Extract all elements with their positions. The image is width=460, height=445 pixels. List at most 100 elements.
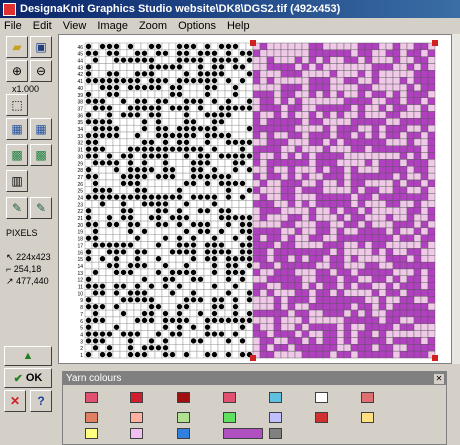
grid-cell[interactable] [98,309,107,318]
grid-cell[interactable] [245,179,254,188]
grid-cell[interactable] [154,275,163,283]
colour-cell[interactable] [357,63,366,71]
grid-cell[interactable] [175,111,184,119]
colour-cell[interactable] [322,261,331,270]
colour-cell[interactable] [336,70,345,78]
colour-cell[interactable] [287,316,296,324]
colour-cell[interactable] [364,337,373,345]
colour-cell[interactable] [336,303,345,311]
grid-cell[interactable] [154,309,163,318]
colour-cell[interactable] [287,56,296,64]
colour-cell[interactable] [420,323,429,331]
colour-cell[interactable] [406,303,415,311]
colour-cell[interactable] [259,350,268,359]
menu-file[interactable]: File [4,20,22,32]
grid-cell[interactable] [154,166,163,174]
colour-cell[interactable] [371,241,380,249]
grid-cell[interactable] [196,90,205,98]
colour-cell[interactable] [392,131,401,140]
grid-cell[interactable] [203,97,212,105]
grid-cell[interactable] [175,350,184,359]
colour-cell[interactable] [259,207,268,215]
grid-cell[interactable] [133,207,142,215]
yarn-swatch[interactable] [269,392,282,403]
colour-cell[interactable] [259,248,268,256]
colour-cell[interactable] [287,207,296,215]
colour-cell[interactable] [378,316,387,324]
colour-cell[interactable] [287,220,296,229]
grid-cell[interactable] [161,111,170,119]
colour-cell[interactable] [287,124,296,133]
yarn-swatch[interactable] [177,428,190,439]
grid-cell[interactable] [196,255,205,263]
grid-cell[interactable] [168,97,177,105]
colour-cell[interactable] [350,220,359,229]
grid-cell[interactable] [91,42,100,51]
colour-cell[interactable] [280,56,289,64]
colour-cell[interactable] [385,261,394,270]
colour-cell[interactable] [287,350,296,359]
colour-cell[interactable] [308,193,317,201]
colour-cell[interactable] [294,152,303,160]
colour-cell[interactable] [287,90,296,98]
colour-cell[interactable] [378,63,387,71]
colour-cell[interactable] [385,145,394,153]
grid-cell[interactable] [98,213,107,222]
colour-cell[interactable] [420,124,429,133]
grid-cell[interactable] [196,323,205,331]
colour-cell[interactable] [322,83,331,92]
colour-cell[interactable] [413,111,422,119]
grid-cell[interactable] [238,261,247,270]
colour-cell[interactable] [420,63,429,71]
grid-cell[interactable] [238,42,247,51]
grid-cell[interactable] [112,111,121,119]
colour-cell[interactable] [364,200,373,208]
colour-cell[interactable] [392,138,401,146]
colour-cell[interactable] [371,207,380,215]
colour-cell[interactable] [287,275,296,283]
colour-cell[interactable] [406,131,415,140]
colour-cell[interactable] [329,227,338,235]
colour-cell[interactable] [385,63,394,71]
colour-cell[interactable] [287,337,296,345]
grid-cell[interactable] [203,145,212,153]
grid-cell[interactable] [238,131,247,140]
colour-cell[interactable] [287,70,296,78]
grid-cell[interactable] [175,344,184,352]
colour-cell[interactable] [420,248,429,256]
colour-cell[interactable] [364,309,373,318]
grid-cell[interactable] [245,282,254,290]
colour-cell[interactable] [406,268,415,277]
colour-cell[interactable] [252,282,261,290]
grid-cell[interactable] [196,289,205,297]
colour-cell[interactable] [336,49,345,57]
colour-cell[interactable] [336,63,345,71]
grid-cell[interactable] [168,344,177,352]
colour-cell[interactable] [266,323,275,331]
grid-cell[interactable] [133,323,142,331]
colour-cell[interactable] [280,268,289,277]
colour-cell[interactable] [413,42,422,51]
grid-cell[interactable] [210,186,219,194]
colour-cell[interactable] [280,350,289,359]
colour-cell[interactable] [273,145,282,153]
colour-cell[interactable] [357,261,366,270]
colour-cell[interactable] [406,124,415,133]
grid-cell[interactable] [84,241,93,249]
colour-cell[interactable] [385,350,394,359]
colour-cell[interactable] [357,227,366,235]
colour-cell[interactable] [266,172,275,181]
colour-cell[interactable] [259,323,268,331]
colour-cell[interactable] [266,70,275,78]
colour-cell[interactable] [413,145,422,153]
grid-cell[interactable] [168,309,177,318]
colour-cell[interactable] [280,159,289,167]
colour-cell[interactable] [399,63,408,71]
colour-cell[interactable] [371,124,380,133]
grid-cell[interactable] [126,70,135,78]
grid-cell[interactable] [126,282,135,290]
colour-cell[interactable] [336,124,345,133]
grid-cell[interactable] [154,227,163,235]
grid-cell[interactable] [245,131,254,140]
colour-cell[interactable] [364,193,373,201]
